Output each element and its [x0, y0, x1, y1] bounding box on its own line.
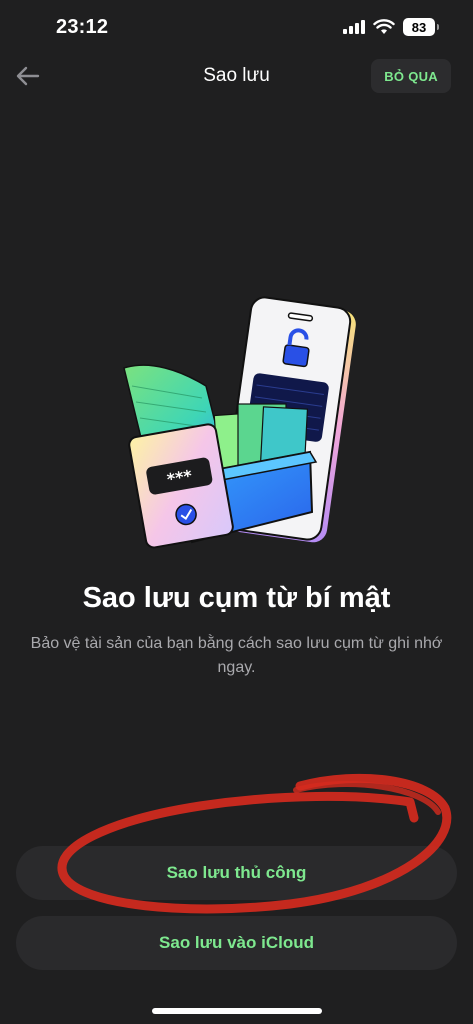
home-indicator	[152, 1008, 322, 1014]
phone-folder-backup-illustration: ***	[110, 290, 370, 560]
subtitle: Bảo vệ tài sản của bạn bằng cách sao lưu…	[30, 635, 443, 676]
manual-backup-button[interactable]: Sao lưu thủ công	[16, 846, 457, 900]
skip-button[interactable]: BỎ QUA	[371, 59, 451, 93]
status-icons: 83	[343, 18, 439, 36]
wifi-icon	[373, 19, 395, 34]
signal-icon	[343, 20, 365, 34]
status-time: 23:12	[56, 16, 109, 38]
icloud-backup-button[interactable]: Sao lưu vào iCloud	[16, 916, 457, 970]
nav-bar: Sao lưu BỎ QUA	[0, 56, 473, 96]
status-bar: 23:12 83	[0, 0, 473, 56]
backup-screen: 23:12 83 Sao lưu BỎ QUA *** Sao lưu cụm …	[0, 0, 473, 1024]
headline: Sao lưu cụm từ bí mật	[82, 582, 391, 614]
battery-level: 83	[411, 19, 427, 35]
battery-icon: 83	[403, 18, 439, 36]
